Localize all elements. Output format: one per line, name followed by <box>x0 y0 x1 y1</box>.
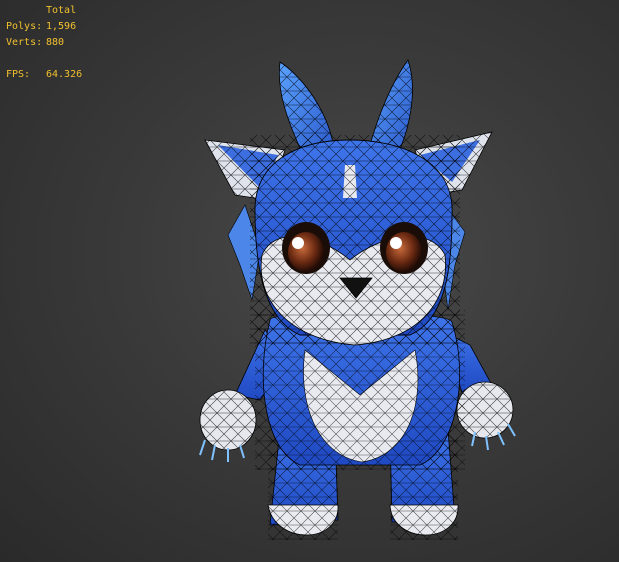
head <box>250 135 460 346</box>
eye-left <box>282 222 330 274</box>
eye-right <box>380 222 428 274</box>
character-wireframe-model[interactable] <box>0 0 619 562</box>
